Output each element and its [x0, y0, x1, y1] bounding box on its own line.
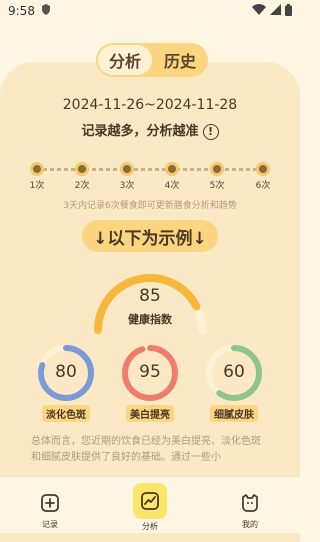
- battery-icon: [285, 3, 292, 19]
- meal-count-timeline: 1次 2次 3次 4次 5次 6次: [29, 160, 271, 191]
- timeline-dashed-line: [36, 168, 264, 171]
- tagline-text: 记录越多，分析越准: [81, 124, 199, 139]
- metric-label: 淡化色斑: [42, 405, 90, 422]
- timeline-label: 2次: [74, 181, 90, 191]
- signal-icon: [270, 4, 281, 18]
- bottom-nav: 记录 分析 我的: [0, 476, 300, 533]
- example-banner: ↓以下为示例↓: [82, 220, 218, 252]
- tab-analysis[interactable]: 分析: [98, 45, 152, 75]
- timeline-node: [30, 162, 44, 176]
- timeline-label: 1次: [29, 181, 45, 191]
- health-index-value: 85: [139, 286, 161, 306]
- health-index-label: 健康指数: [128, 313, 172, 326]
- metric-fine-skin: 60 细腻皮肤: [202, 343, 266, 422]
- timeline-label: 3次: [119, 181, 135, 191]
- metric-whitening: 95 美白提亮: [118, 343, 182, 422]
- hint-text: 3天内记录6次餐食即可更新膳食分析和趋势: [63, 201, 237, 211]
- tab-switcher: 分析 历史: [96, 43, 208, 77]
- status-bar: 9:58: [0, 0, 300, 22]
- nav-profile[interactable]: 我的: [230, 489, 270, 530]
- chart-icon: [133, 483, 167, 519]
- plus-square-icon: [33, 489, 67, 517]
- shield-icon: [41, 4, 51, 18]
- timeline-node: [210, 162, 224, 176]
- metric-spot-fading: 80 淡化色斑: [34, 343, 98, 422]
- info-icon[interactable]: !: [202, 123, 219, 140]
- timeline-node: [120, 162, 134, 176]
- nav-analysis[interactable]: 分析: [130, 483, 170, 532]
- metric-value: 60: [223, 362, 245, 382]
- tab-history[interactable]: 历史: [154, 45, 206, 75]
- timeline-label: 4次: [164, 181, 180, 191]
- metric-label: 美白提亮: [126, 405, 174, 422]
- wifi-icon: [252, 4, 266, 18]
- metric-label: 细腻皮肤: [210, 405, 258, 422]
- metric-value: 95: [139, 362, 161, 382]
- nav-label: 我的: [242, 520, 258, 529]
- timeline-node: [75, 162, 89, 176]
- summary-text: 总体而言，您近期的饮食已经为美白提亮、淡化色斑和细腻皮肤提供了良好的基础。通过一…: [31, 436, 261, 463]
- profile-icon: [233, 489, 267, 517]
- timeline-node: [256, 162, 270, 176]
- timeline-node: [165, 162, 179, 176]
- status-time: 9:58: [8, 4, 35, 18]
- date-range: 2024-11-26~2024-11-28: [62, 97, 238, 113]
- nav-label: 分析: [142, 522, 158, 531]
- tagline-row: 记录越多，分析越准!: [0, 120, 300, 140]
- metric-value: 80: [55, 362, 77, 382]
- timeline-label: 6次: [255, 181, 271, 191]
- nav-record[interactable]: 记录: [30, 489, 70, 530]
- timeline-label: 5次: [209, 181, 225, 191]
- nav-label: 记录: [42, 520, 58, 529]
